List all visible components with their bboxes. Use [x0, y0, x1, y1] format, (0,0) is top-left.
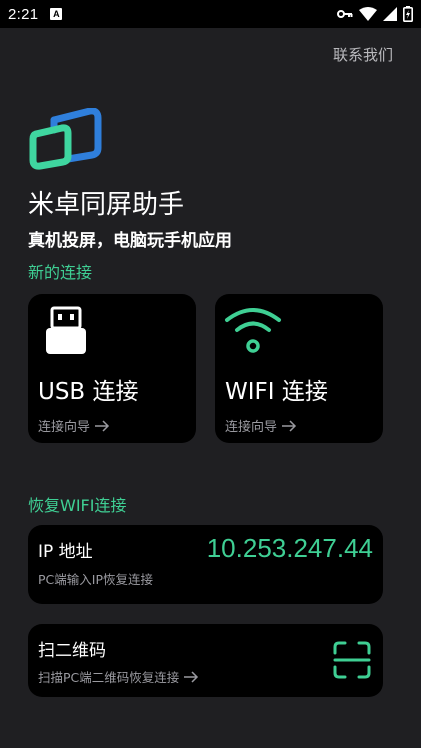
status-time: 2:21 [8, 5, 39, 23]
wifi-icon [225, 308, 281, 353]
usb-guide-link[interactable]: 连接向导 [38, 416, 110, 435]
wifi-guide-label: 连接向导 [225, 420, 278, 435]
usb-guide-label: 连接向导 [38, 420, 91, 435]
status-bar: 2:21 A [0, 0, 421, 28]
ip-address-title: IP 地址 [38, 542, 93, 562]
arrow-right-icon [95, 419, 110, 432]
wifi-connect-card[interactable]: WIFI 连接 连接向导 [215, 294, 383, 443]
usb-connect-card[interactable]: USB 连接 连接向导 [28, 294, 196, 443]
app-logo-icon [29, 108, 102, 170]
usb-icon [38, 304, 94, 360]
scan-qr-hint: 扫描PC端二维码恢复连接 [38, 670, 180, 685]
status-icons [337, 6, 413, 22]
wifi-connect-label: WIFI 连接 [225, 379, 328, 405]
ip-address-hint: PC端输入IP恢复连接 [38, 572, 153, 587]
battery-icon [403, 6, 413, 22]
wifi-icon [359, 7, 377, 21]
arrow-right-icon [282, 419, 297, 432]
scan-icon [333, 641, 371, 679]
app-subtitle: 真机投屏，电脑玩手机应用 [28, 231, 232, 251]
wifi-guide-link[interactable]: 连接向导 [225, 416, 297, 435]
key-icon [337, 10, 353, 18]
contact-us-link[interactable]: 联系我们 [333, 44, 393, 65]
scan-qr-hint-row: 扫描PC端二维码恢复连接 [38, 667, 199, 686]
ip-address-value: 10.253.247.44 [206, 533, 373, 563]
usb-connect-label: USB 连接 [38, 379, 139, 405]
a-icon: A [50, 8, 63, 20]
scan-qr-card[interactable]: 扫二维码 扫描PC端二维码恢复连接 [28, 624, 383, 697]
ip-address-card[interactable]: IP 地址 PC端输入IP恢复连接 10.253.247.44 [28, 525, 383, 604]
app-title: 米卓同屏助手 [28, 190, 185, 220]
restore-wifi-title: 恢复WIFI连接 [28, 496, 127, 515]
signal-icon [383, 7, 397, 21]
new-connection-title: 新的连接 [28, 263, 93, 282]
scan-qr-title: 扫二维码 [38, 641, 106, 661]
arrow-right-icon [184, 670, 199, 683]
